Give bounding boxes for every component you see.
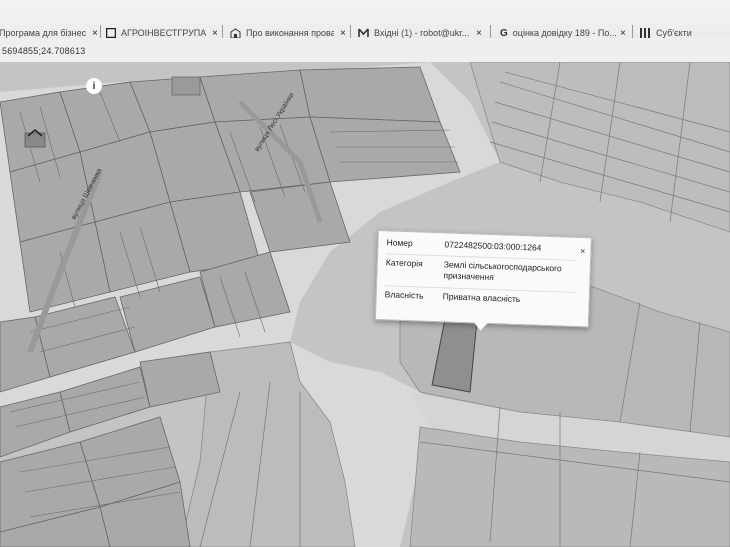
building-shape xyxy=(171,76,201,96)
page-icon xyxy=(106,28,116,39)
popup-row-number: Номер 0722482500:03:000:1264 xyxy=(386,237,576,255)
address-bar[interactable]: 5694855;24.708613 xyxy=(0,38,730,63)
cadastral-map[interactable]: вулиця Шевченка вулиця Лесі Українки i xyxy=(0,62,730,547)
popup-label-number: Номер xyxy=(386,237,413,249)
popup-label-category: Категорія xyxy=(385,257,423,269)
popup-value-ownership: Приватна власність xyxy=(442,291,521,305)
tab-separator xyxy=(490,25,491,39)
tab-6-label: Суб'єкти xyxy=(656,28,692,38)
popup-pointer xyxy=(473,322,488,331)
popup-label-ownership: Власність xyxy=(384,289,424,301)
google-icon: G xyxy=(500,27,508,39)
tab-3-label: Про виконання провад... xyxy=(246,28,334,38)
popup-value-number: 0722482500:03:000:1264 xyxy=(444,239,542,253)
popup-close-icon[interactable]: × xyxy=(580,246,586,256)
tab-2-label: АГРОІНВЕСТГРУПА — с... xyxy=(121,28,206,38)
tab-separator xyxy=(222,25,223,39)
grid-icon xyxy=(640,27,651,39)
tab-5-label: оцінка довідку 189 - По... xyxy=(512,28,616,38)
tab-1-label: Програма для бізнесу - ... xyxy=(0,28,86,38)
address-text: 5694855;24.708613 xyxy=(2,46,86,56)
popup-value-category: Землі сільськогосподарського призначення xyxy=(443,259,562,283)
parcel-info-popup: × Номер 0722482500:03:000:1264 Категорія… xyxy=(374,230,592,331)
tab-4-label: Вхідні (1) - robot@ukr... xyxy=(374,28,470,38)
popup-row-category: Категорія Землі сільськогосподарського п… xyxy=(385,253,577,286)
tab-separator xyxy=(632,25,633,39)
building-icon xyxy=(230,27,241,39)
mail-icon xyxy=(358,28,369,39)
map-canvas[interactable]: вулиця Шевченка вулиця Лесі Українки xyxy=(0,62,730,547)
tab-separator xyxy=(100,25,101,39)
info-icon[interactable]: i xyxy=(86,78,102,94)
tab-separator xyxy=(350,25,351,39)
popup-row-ownership: Власність Приватна власність xyxy=(384,285,575,307)
